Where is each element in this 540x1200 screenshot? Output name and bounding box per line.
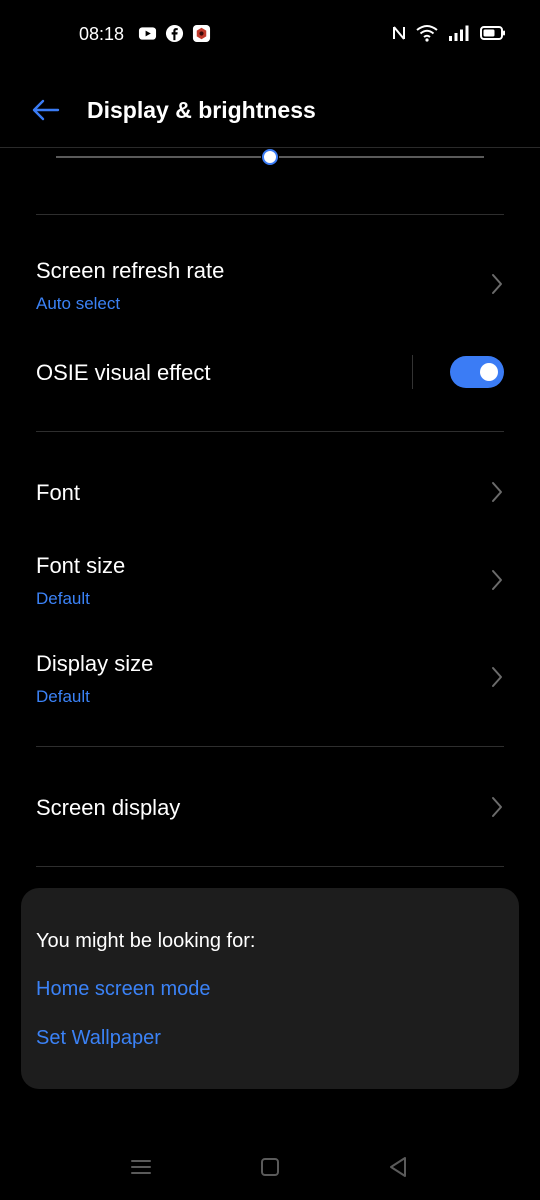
nfc-icon [393, 26, 405, 40]
section-divider [36, 431, 504, 432]
toggle-knob [480, 363, 498, 381]
brightness-slider[interactable] [56, 146, 484, 168]
chevron-right-icon [492, 482, 502, 502]
font-size-title[interactable]: Font size [36, 552, 125, 580]
battery-icon [480, 26, 505, 40]
display-size-title[interactable]: Display size [36, 650, 153, 678]
display-size-value: Default [36, 687, 90, 706]
set-wallpaper-link[interactable]: Set Wallpaper [36, 1025, 161, 1051]
slider-track-filled [56, 156, 261, 158]
section-divider [36, 746, 504, 747]
chevron-right-icon [492, 797, 502, 817]
back-button[interactable] [28, 94, 64, 126]
toggle-separator [412, 355, 413, 389]
back-arrow-icon [32, 99, 60, 121]
section-divider [36, 866, 504, 867]
youtube-icon [138, 27, 157, 40]
home-icon[interactable] [258, 1155, 282, 1179]
suggestions-heading: You might be looking for: [36, 930, 256, 952]
screen-display-title[interactable]: Screen display [36, 794, 180, 822]
osie-toggle[interactable] [450, 356, 504, 388]
chevron-right-icon [492, 570, 502, 590]
slider-track-empty [279, 156, 484, 158]
osie-visual-effect-title[interactable]: OSIE visual effect [36, 359, 210, 387]
font-title[interactable]: Font [36, 479, 80, 507]
recents-icon[interactable] [129, 1155, 153, 1179]
chevron-right-icon [492, 274, 502, 294]
back-icon[interactable] [386, 1155, 410, 1179]
status-time: 08:18 [79, 24, 125, 44]
font-size-value: Default [36, 589, 90, 608]
section-divider [36, 214, 504, 215]
signal-icon [449, 25, 469, 41]
status-left-icons [138, 24, 211, 43]
status-right-icons [392, 24, 506, 42]
page-title: Display & brightness [87, 97, 316, 123]
screen-refresh-rate-title[interactable]: Screen refresh rate [36, 257, 224, 285]
chevron-right-icon [492, 667, 502, 687]
app-notification-icon [192, 24, 211, 43]
slider-thumb[interactable] [262, 149, 278, 165]
facebook-icon [165, 24, 184, 43]
screen-refresh-rate-value: Auto select [36, 294, 121, 313]
home-screen-mode-link[interactable]: Home screen mode [36, 976, 211, 1002]
wifi-icon [416, 25, 438, 42]
